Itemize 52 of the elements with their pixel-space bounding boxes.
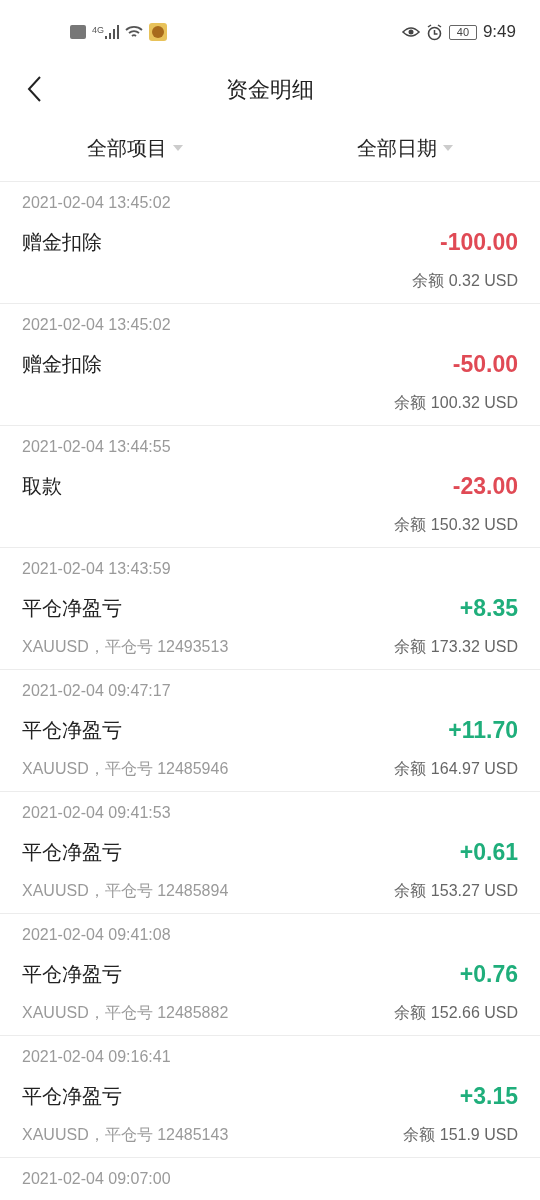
record-title: 取款: [22, 474, 62, 499]
record-balance: 余额 153.27 USD: [394, 881, 518, 901]
wifi-icon: [125, 25, 143, 39]
record-amount: -100.00: [440, 228, 518, 256]
page-title: 资金明细: [226, 75, 314, 104]
record-detail: XAUUSD，平仓号 12485894: [22, 881, 229, 901]
record-detail: XAUUSD，平仓号 12485882: [22, 1003, 229, 1023]
record-balance: 余额 150.32 USD: [394, 515, 518, 535]
record-amount: +0.76: [459, 960, 518, 988]
record-amount: -23.00: [452, 472, 518, 500]
record-time: 2021-02-04 13:45:02: [22, 193, 171, 213]
record-time: 2021-02-04 13:43:59: [22, 559, 171, 579]
record-title: 平仓净盈亏: [22, 840, 122, 865]
network-type: 4G: [92, 25, 104, 35]
caret-icon: [173, 144, 183, 151]
record-time: 2021-02-04 09:41:08: [22, 925, 171, 945]
eye-icon: [401, 26, 420, 38]
filter-dropdown[interactable]: 全部日期: [270, 114, 540, 181]
record-amount: +8.35: [459, 594, 518, 622]
signal-icon: [105, 25, 119, 39]
record-balance: 余额 164.97 USD: [394, 759, 518, 779]
record-balance: 余额 173.32 USD: [394, 637, 518, 657]
record-title: 平仓净盈亏: [22, 596, 122, 621]
record-time: 2021-02-04 13:44:55: [22, 437, 171, 457]
record-amount: +11.70: [448, 716, 518, 744]
record-amount: -50.00: [452, 350, 518, 378]
record-balance: 余额 151.9 USD: [403, 1125, 518, 1145]
record-title: 赠金扣除: [22, 230, 102, 255]
app-icon: [149, 23, 167, 41]
record-balance: 余额 100.32 USD: [394, 393, 518, 413]
record-title: 平仓净盈亏: [22, 962, 122, 987]
chevron-left-icon: [27, 76, 41, 102]
clock-time: 9:49: [482, 21, 516, 44]
battery-indicator: 40: [448, 24, 477, 40]
record-time: 2021-02-04 09:47:17: [22, 681, 171, 701]
record-time: 2021-02-04 13:45:02: [22, 315, 171, 335]
filter-dropdown[interactable]: 全部项目: [0, 114, 270, 181]
record-amount: +0.61: [459, 838, 518, 866]
record-balance: 余额 0.32 USD: [412, 271, 518, 291]
record-amount: +3.15: [459, 1082, 518, 1110]
record-detail: XAUUSD，平仓号 12485143: [22, 1125, 229, 1145]
caret-icon: [443, 144, 453, 151]
record-detail: XAUUSD，平仓号 12493513: [22, 637, 229, 657]
record-title: 赠金扣除: [22, 352, 102, 377]
alarm-icon: [425, 23, 443, 41]
record-time: 2021-02-04 09:07:00: [22, 1169, 171, 1189]
record-balance: 余额 152.66 USD: [394, 1003, 518, 1023]
record-title: 平仓净盈亏: [22, 718, 122, 743]
record-time: 2021-02-04 09:41:53: [22, 803, 171, 823]
record-title: 平仓净盈亏: [22, 1084, 122, 1109]
record-time: 2021-02-04 09:16:41: [22, 1047, 171, 1067]
record-detail: XAUUSD，平仓号 12485946: [22, 759, 229, 779]
